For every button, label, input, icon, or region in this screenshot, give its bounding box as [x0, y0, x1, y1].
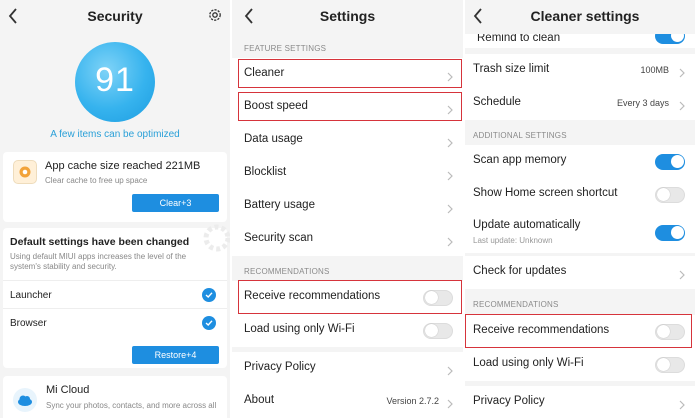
- settings-panel: Settings FEATURE SETTINGS Cleaner Boost …: [232, 0, 463, 418]
- browser-item: Browser: [10, 318, 47, 329]
- micloud-title: Mi Cloud: [46, 384, 90, 396]
- item-label: Load using only Wi-Fi: [244, 323, 355, 335]
- security-panel: Security 91 A few items can be optimized…: [0, 0, 230, 418]
- chevron-right-icon: [679, 98, 685, 111]
- settings-item-load-wifi[interactable]: Load using only Wi-Fi: [465, 348, 695, 381]
- page-title: Settings: [319, 8, 376, 24]
- page-title: Cleaner settings: [530, 8, 640, 24]
- check-icon[interactable]: [202, 288, 216, 302]
- settings-item-load-wifi[interactable]: Load using only Wi-Fi: [232, 314, 463, 347]
- section-label: RECOMMENDATIONS: [473, 300, 559, 309]
- settings-item-blocklist[interactable]: Blocklist: [232, 157, 463, 190]
- divider: [3, 308, 227, 309]
- settings-item-trash-size-limit[interactable]: Trash size limit 100MB: [465, 54, 695, 87]
- trash-size-value: 100MB: [640, 65, 669, 75]
- item-label: Blocklist: [244, 166, 287, 178]
- version-value: Version 2.7.2: [386, 396, 439, 406]
- cache-card: App cache size reached 221MB Clear cache…: [3, 152, 227, 222]
- settings-item-scan-app-memory[interactable]: Scan app memory: [465, 145, 695, 178]
- launcher-item: Launcher: [10, 290, 52, 301]
- show-shortcut-toggle[interactable]: [655, 187, 685, 203]
- highlight-box: [238, 59, 462, 88]
- restore-button[interactable]: Restore+4: [132, 346, 219, 364]
- schedule-value: Every 3 days: [616, 98, 669, 108]
- settings-item-show-shortcut[interactable]: Show Home screen shortcut: [465, 178, 695, 211]
- cloud-icon: [13, 388, 37, 412]
- default-card-subtitle: Using default MIUI apps increases the le…: [10, 252, 187, 271]
- settings-item-privacy-policy[interactable]: Privacy Policy: [232, 352, 463, 385]
- cleaner-settings-panel: Remind to clean Cleaner settings Trash s…: [465, 0, 695, 418]
- divider: [3, 280, 227, 281]
- item-label: Battery usage: [244, 199, 315, 211]
- settings-item-data-usage[interactable]: Data usage: [232, 124, 463, 157]
- chevron-right-icon: [679, 267, 685, 280]
- last-update-text: Last update: Unknown: [473, 236, 553, 245]
- item-label: Load using only Wi-Fi: [473, 357, 584, 369]
- page-title: Security: [87, 8, 143, 24]
- cache-card-subtitle: Clear cache to free up space: [45, 176, 148, 185]
- item-label: Privacy Policy: [473, 395, 545, 407]
- item-label: Show Home screen shortcut: [473, 187, 618, 199]
- item-label: Data usage: [244, 133, 303, 145]
- item-label: About: [244, 394, 275, 406]
- chevron-right-icon: [447, 234, 453, 247]
- score-value: 91: [95, 61, 135, 99]
- item-label: Scan app memory: [473, 154, 567, 166]
- cache-card-title: App cache size reached 221MB: [45, 160, 201, 172]
- optimize-status: A few items can be optimized: [50, 129, 180, 140]
- section-label: RECOMMENDATIONS: [244, 267, 330, 276]
- load-wifi-toggle[interactable]: [655, 357, 685, 373]
- highlight-box: [465, 314, 692, 348]
- default-settings-card: Default settings have been changed Using…: [3, 224, 230, 368]
- highlight-box: [238, 280, 462, 314]
- load-wifi-toggle[interactable]: [423, 323, 453, 339]
- update-automatically-toggle[interactable]: [655, 225, 685, 241]
- item-label: Schedule: [473, 96, 521, 108]
- section-label: ADDITIONAL SETTINGS: [473, 131, 567, 140]
- item-label: Trash size limit: [473, 63, 550, 75]
- section-label: FEATURE SETTINGS: [244, 44, 327, 53]
- chevron-right-icon: [447, 135, 453, 148]
- settings-item-battery-usage[interactable]: Battery usage: [232, 190, 463, 223]
- settings-item-schedule[interactable]: Schedule Every 3 days: [465, 87, 695, 120]
- chevron-right-icon: [447, 396, 453, 409]
- highlight-box: [238, 92, 462, 121]
- gear-icon[interactable]: [208, 8, 222, 22]
- item-label: Check for updates: [473, 265, 567, 277]
- micloud-card: Mi Cloud Sync your photos, contacts, and…: [3, 376, 227, 418]
- app-cache-icon: [13, 160, 37, 184]
- item-label: Update automatically: [473, 219, 581, 231]
- item-label: Privacy Policy: [244, 361, 316, 373]
- item-label: Security scan: [244, 232, 314, 244]
- chevron-right-icon: [447, 168, 453, 181]
- micloud-subtitle: Sync your photos, contacts, and more acr…: [46, 401, 217, 410]
- clear-button[interactable]: Clear+3: [132, 194, 219, 212]
- gear-watermark-icon: [203, 224, 230, 252]
- check-icon[interactable]: [202, 316, 216, 330]
- security-score: 91: [75, 42, 155, 122]
- settings-item-about[interactable]: About Version 2.7.2: [232, 385, 463, 418]
- chevron-right-icon: [679, 65, 685, 78]
- settings-item-update-automatically[interactable]: Update automatically Last update: Unknow…: [465, 211, 695, 253]
- settings-item-security-scan[interactable]: Security scan: [232, 223, 463, 256]
- scan-app-memory-toggle[interactable]: [655, 154, 685, 170]
- settings-item-check-updates[interactable]: Check for updates: [465, 256, 695, 289]
- chevron-right-icon: [447, 201, 453, 214]
- default-card-title: Default settings have been changed: [10, 236, 190, 248]
- chevron-right-icon: [447, 363, 453, 376]
- chevron-right-icon: [679, 397, 685, 410]
- settings-item-privacy-policy[interactable]: Privacy Policy: [465, 386, 695, 418]
